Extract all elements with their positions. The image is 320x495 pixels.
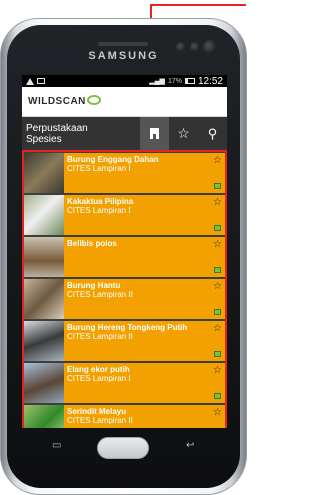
favorite-star-icon[interactable]: ☆ xyxy=(213,240,222,250)
species-row[interactable]: Serindit Melayu CITES Lampiran II ☆ xyxy=(24,405,225,428)
favorites-button[interactable]: ☆ xyxy=(169,117,198,150)
notes-icon[interactable] xyxy=(214,351,221,357)
signal-icon: ▂▄▆ xyxy=(149,78,165,85)
title-line-2: Spesies xyxy=(26,133,62,145)
species-thumbnail xyxy=(24,363,64,403)
species-thumbnail xyxy=(24,195,64,235)
species-thumbnail xyxy=(24,279,64,319)
toolbar: Perpustakaan Spesies ☆ ⚲ xyxy=(22,117,227,150)
species-row[interactable]: Burung Hantu CITES Lampiran II ☆ xyxy=(24,279,225,319)
library-button[interactable] xyxy=(140,117,169,150)
page-title: Perpustakaan Spesies xyxy=(22,123,140,145)
species-name: Serindit Melayu xyxy=(67,407,127,416)
earpiece xyxy=(98,42,148,46)
front-camera xyxy=(176,42,186,52)
annotation-line-horizontal xyxy=(150,4,246,6)
species-name: Burung Hantu xyxy=(67,281,121,290)
species-row[interactable]: Kakaktua Pilipina CITES Lampiran I ☆ xyxy=(24,195,225,235)
menu-key-icon[interactable]: ▭ xyxy=(52,440,61,451)
species-status: CITES Lampiran I xyxy=(67,206,131,215)
warning-icon xyxy=(26,77,34,85)
clock: 12:52 xyxy=(197,75,223,87)
search-button[interactable]: ⚲ xyxy=(198,117,227,150)
battery-percent: 17% xyxy=(167,77,182,85)
species-name: Burung Enggang Dahan xyxy=(67,155,159,164)
logo-mark-icon xyxy=(86,94,101,105)
title-line-1: Perpustakaan xyxy=(26,122,88,134)
species-status: CITES Lampiran II xyxy=(67,290,133,299)
logo-text: WILDSCAN xyxy=(28,96,86,107)
phone-screen: ▂▄▆ 17% 12:52 WILDSCAN Perpustakaan Spes… xyxy=(22,75,227,428)
species-thumbnail xyxy=(24,237,64,277)
species-status: CITES Lampiran I xyxy=(67,164,131,173)
species-name: Elang ekor putih xyxy=(67,365,130,374)
search-icon: ⚲ xyxy=(207,125,218,141)
favorite-star-icon[interactable]: ☆ xyxy=(213,156,222,166)
species-thumbnail xyxy=(24,405,64,428)
species-status: CITES Lampiran II xyxy=(67,332,133,341)
species-thumbnail xyxy=(24,321,64,361)
app-logo: WILDSCAN xyxy=(28,94,101,107)
favorite-star-icon[interactable]: ☆ xyxy=(213,324,222,334)
species-thumbnail xyxy=(24,153,64,193)
app-header: WILDSCAN xyxy=(22,87,227,117)
notes-icon[interactable] xyxy=(214,225,221,231)
notes-icon[interactable] xyxy=(214,267,221,273)
species-status: CITES Lampiran I xyxy=(67,374,131,383)
species-name: Belibis polos xyxy=(67,239,117,248)
favorite-star-icon[interactable]: ☆ xyxy=(213,282,222,292)
favorite-star-icon[interactable]: ☆ xyxy=(213,408,222,418)
species-row[interactable]: Elang ekor putih CITES Lampiran I ☆ xyxy=(24,363,225,403)
species-name: Kakaktua Pilipina xyxy=(67,197,134,206)
status-bar: ▂▄▆ 17% 12:52 xyxy=(22,75,227,87)
favorite-star-icon[interactable]: ☆ xyxy=(213,198,222,208)
species-list: Burung Enggang Dahan CITES Lampiran I ☆ … xyxy=(22,150,227,428)
species-status: CITES Lampiran II xyxy=(67,416,133,425)
notes-icon[interactable] xyxy=(214,393,221,399)
library-icon xyxy=(150,128,159,139)
battery-icon xyxy=(184,78,195,84)
image-icon xyxy=(37,78,45,84)
species-name: Burung Hereng Tongkeng Putih xyxy=(67,323,188,332)
home-button[interactable] xyxy=(97,437,149,459)
proximity-sensor xyxy=(203,40,217,54)
sensor xyxy=(190,42,200,52)
species-row[interactable]: Burung Enggang Dahan CITES Lampiran I ☆ xyxy=(24,153,225,193)
favorite-star-icon[interactable]: ☆ xyxy=(213,366,222,376)
species-row[interactable]: Belibis polos ☆ xyxy=(24,237,225,277)
star-icon: ☆ xyxy=(177,125,190,141)
back-key-icon[interactable]: ↩ xyxy=(186,440,194,451)
species-row[interactable]: Burung Hereng Tongkeng Putih CITES Lampi… xyxy=(24,321,225,361)
notes-icon[interactable] xyxy=(214,183,221,189)
notes-icon[interactable] xyxy=(214,309,221,315)
